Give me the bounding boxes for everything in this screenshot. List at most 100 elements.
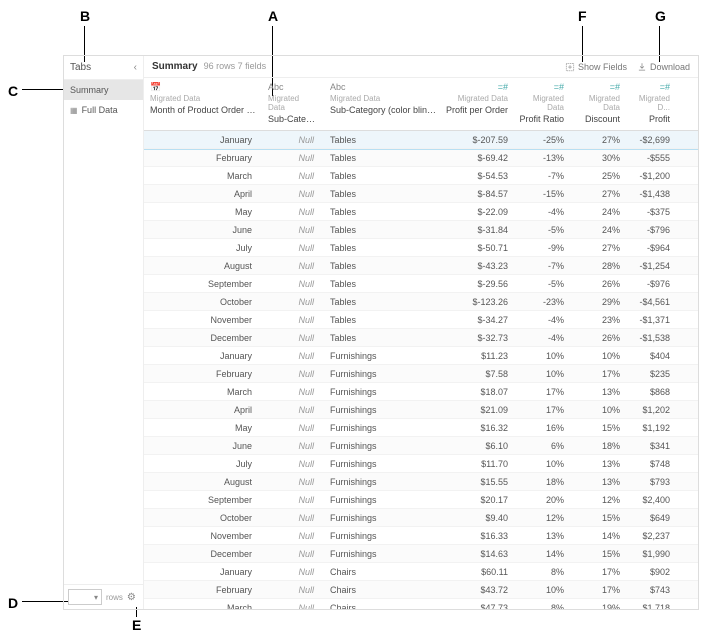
cell: 10% xyxy=(514,351,570,361)
table-row[interactable]: SeptemberNullTables$-29.56-5%26%-$976 xyxy=(144,275,698,293)
column-headers: 📅Migrated DataMonth of Product Order Dat… xyxy=(144,78,698,131)
cell: $-31.84 xyxy=(446,225,514,235)
cell: $20.17 xyxy=(446,495,514,505)
cell: $11.70 xyxy=(446,459,514,469)
table-row[interactable]: DecemberNullFurnishings$14.6314%15%$1,99… xyxy=(144,545,698,563)
cell: Null xyxy=(262,405,324,415)
cell: 26% xyxy=(570,279,626,289)
column-header[interactable]: AbcMigrated DataSub-Category (color blin… xyxy=(324,82,446,124)
sidebar-item-full-data[interactable]: ▦Full Data xyxy=(64,100,143,120)
column-source: Migrated Data xyxy=(150,94,256,103)
cell: -$976 xyxy=(626,279,676,289)
cell: -$1,200 xyxy=(626,171,676,181)
column-header[interactable]: =#Migrated DataDiscount xyxy=(570,82,626,124)
table-row[interactable]: AprilNullTables$-84.57-15%27%-$1,438 xyxy=(144,185,698,203)
cell: -$4,561 xyxy=(626,297,676,307)
cell: $11.23 xyxy=(446,351,514,361)
cell: Tables xyxy=(324,153,446,163)
cell: $18.07 xyxy=(446,387,514,397)
cell: $47.73 xyxy=(446,603,514,610)
download-button[interactable]: Download xyxy=(637,62,690,72)
table-row[interactable]: JanuaryNullTables$-207.59-25%27%-$2,699 xyxy=(144,131,698,149)
cell: Null xyxy=(262,351,324,361)
cell: Furnishings xyxy=(324,423,446,433)
table-body[interactable]: JanuaryNullTables$-207.59-25%27%-$2,699F… xyxy=(144,131,698,609)
cell: March xyxy=(144,603,262,610)
cell: 14% xyxy=(570,531,626,541)
table-row[interactable]: OctoberNullFurnishings$9.4012%15%$649 xyxy=(144,509,698,527)
table-row[interactable]: MarchNullChairs$47.738%19%$1,718 xyxy=(144,599,698,609)
cell: $1,192 xyxy=(626,423,676,433)
callout-a: A xyxy=(268,8,278,24)
cell: $-123.26 xyxy=(446,297,514,307)
cell: Chairs xyxy=(324,567,446,577)
cell: January xyxy=(144,567,262,577)
table-row[interactable]: AugustNullFurnishings$15.5518%13%$793 xyxy=(144,473,698,491)
cell: 28% xyxy=(570,261,626,271)
cell: 23% xyxy=(570,315,626,325)
cell: $-22.09 xyxy=(446,207,514,217)
cell: Null xyxy=(262,135,324,145)
cell: 27% xyxy=(570,135,626,145)
table-row[interactable]: NovemberNullFurnishings$16.3313%14%$2,23… xyxy=(144,527,698,545)
show-fields-button[interactable]: Show Fields xyxy=(565,62,627,72)
table-row[interactable]: AprilNullFurnishings$21.0917%10%$1,202 xyxy=(144,401,698,419)
column-name: Profit xyxy=(649,114,670,124)
cell: Chairs xyxy=(324,585,446,595)
cell: 10% xyxy=(514,369,570,379)
table-row[interactable]: AugustNullTables$-43.23-7%28%-$1,254 xyxy=(144,257,698,275)
table-row[interactable]: JuneNullFurnishings$6.106%18%$341 xyxy=(144,437,698,455)
cell: November xyxy=(144,315,262,325)
cell: Null xyxy=(262,585,324,595)
table-row[interactable]: JulyNullFurnishings$11.7010%13%$748 xyxy=(144,455,698,473)
table-row[interactable]: FebruaryNullFurnishings$7.5810%17%$235 xyxy=(144,365,698,383)
callout-d: D xyxy=(8,595,18,611)
table-row[interactable]: JanuaryNullChairs$60.118%17%$902 xyxy=(144,563,698,581)
cell: -$796 xyxy=(626,225,676,235)
table-row[interactable]: JuneNullTables$-31.84-5%24%-$796 xyxy=(144,221,698,239)
table-row[interactable]: MayNullTables$-22.09-4%24%-$375 xyxy=(144,203,698,221)
table-row[interactable]: MayNullFurnishings$16.3216%15%$1,192 xyxy=(144,419,698,437)
gear-icon[interactable]: ⚙ xyxy=(127,592,136,603)
column-name: Sub-Category (color blind palette) xyxy=(330,105,440,115)
table-row[interactable]: DecemberNullTables$-32.73-4%26%-$1,538 xyxy=(144,329,698,347)
chevron-down-icon: ▾ xyxy=(94,593,98,602)
cell: $235 xyxy=(626,369,676,379)
cell: Tables xyxy=(324,243,446,253)
cell: $6.10 xyxy=(446,441,514,451)
table-row[interactable]: MarchNullTables$-54.53-7%25%-$1,200 xyxy=(144,167,698,185)
column-header[interactable]: =#Migrated D...Profit xyxy=(626,82,676,124)
column-source: Migrated Data xyxy=(520,94,564,112)
table-row[interactable]: FebruaryNullChairs$43.7210%17%$743 xyxy=(144,581,698,599)
column-header[interactable]: =#Migrated DataProfit Ratio xyxy=(514,82,570,124)
table-row[interactable]: OctoberNullTables$-123.26-23%29%-$4,561 xyxy=(144,293,698,311)
table-row[interactable]: FebruaryNullTables$-69.42-13%30%-$555 xyxy=(144,149,698,167)
sidebar-item-label: Full Data xyxy=(82,105,118,115)
cell: $-29.56 xyxy=(446,279,514,289)
column-header[interactable]: =#Migrated DataProfit per Order xyxy=(446,82,514,124)
column-name: Month of Product Order Date xyxy=(150,105,256,115)
cell: March xyxy=(144,387,262,397)
column-header[interactable]: AbcMigrated DataSub-Category xyxy=(262,82,324,124)
cell: September xyxy=(144,495,262,505)
cell: $43.72 xyxy=(446,585,514,595)
cell: August xyxy=(144,261,262,271)
cell: 10% xyxy=(570,405,626,415)
column-source: Migrated Data xyxy=(330,94,440,103)
cell: $743 xyxy=(626,585,676,595)
cell: $-34.27 xyxy=(446,315,514,325)
collapse-icon[interactable]: ‹ xyxy=(134,62,137,73)
cell: Null xyxy=(262,513,324,523)
table-row[interactable]: SeptemberNullFurnishings$20.1720%12%$2,4… xyxy=(144,491,698,509)
table-row[interactable]: JanuaryNullFurnishings$11.2310%10%$404 xyxy=(144,347,698,365)
sidebar-item-summary[interactable]: Summary xyxy=(64,80,143,100)
table-row[interactable]: JulyNullTables$-50.71-9%27%-$964 xyxy=(144,239,698,257)
cell: Null xyxy=(262,243,324,253)
column-header[interactable]: 📅Migrated DataMonth of Product Order Dat… xyxy=(144,82,262,124)
rows-select[interactable]: ▾ xyxy=(68,589,102,605)
table-row[interactable]: NovemberNullTables$-34.27-4%23%-$1,371 xyxy=(144,311,698,329)
table-row[interactable]: MarchNullFurnishings$18.0717%13%$868 xyxy=(144,383,698,401)
cell: 12% xyxy=(514,513,570,523)
cell: Tables xyxy=(324,225,446,235)
cell: $-54.53 xyxy=(446,171,514,181)
